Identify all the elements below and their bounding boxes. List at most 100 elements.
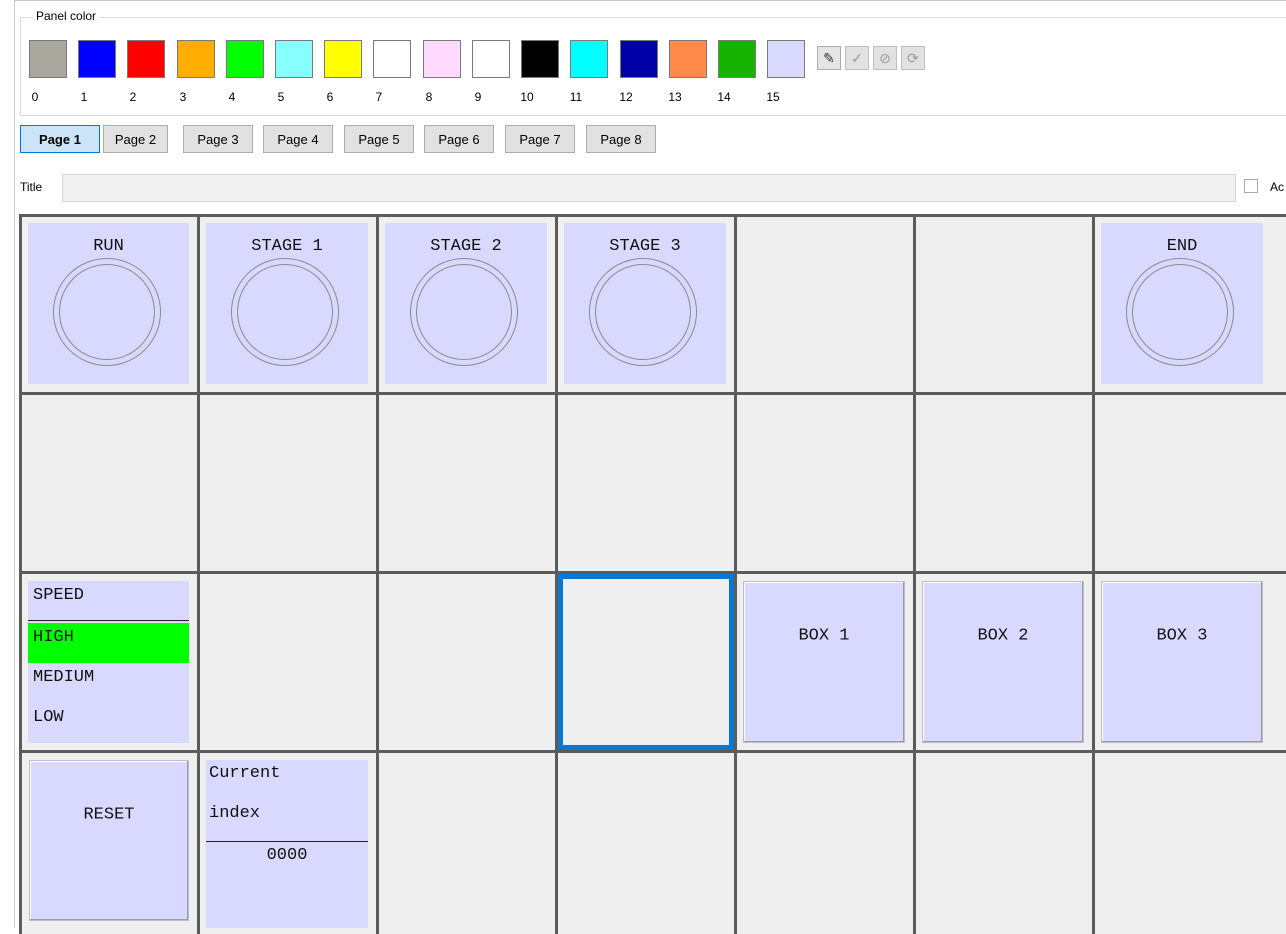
- color-swatch-2[interactable]: [127, 40, 165, 78]
- selector-title: SPEED: [28, 581, 189, 621]
- grid-cell[interactable]: RUN: [22, 217, 197, 392]
- swatch-number: 1: [80, 90, 88, 104]
- swatch-number: 7: [375, 90, 383, 104]
- swatch-number: 5: [277, 90, 285, 104]
- grid-cell[interactable]: [916, 395, 1092, 571]
- grid-cell[interactable]: [379, 574, 555, 750]
- lamp-stage-2[interactable]: STAGE 2: [385, 223, 547, 384]
- grid-cell[interactable]: STAGE 2: [379, 217, 555, 392]
- grid-cell[interactable]: BOX 2: [916, 574, 1092, 750]
- cancel-icon[interactable]: ⊘: [873, 46, 897, 70]
- grid-cell[interactable]: [558, 395, 734, 571]
- lamp-icon: [589, 258, 697, 366]
- color-swatch-4[interactable]: [226, 40, 264, 78]
- title-checkbox[interactable]: [1244, 179, 1258, 193]
- swatch-number: 4: [228, 90, 236, 104]
- panel-color-label: Panel color: [33, 9, 100, 23]
- swatch-number: 9: [474, 90, 482, 104]
- button-label: BOX 2: [977, 626, 1029, 646]
- color-swatch-8[interactable]: [423, 40, 461, 78]
- grid-cell[interactable]: [558, 753, 734, 934]
- grid-cell[interactable]: Current index 0000: [200, 753, 376, 934]
- lamp-icon: [53, 258, 161, 366]
- grid-cell[interactable]: [737, 217, 913, 392]
- tab-page-1[interactable]: Page 1: [20, 125, 100, 153]
- color-swatch-11[interactable]: [570, 40, 608, 78]
- color-swatch-7[interactable]: [373, 40, 411, 78]
- title-input[interactable]: [62, 174, 1236, 202]
- selector-option-medium[interactable]: MEDIUM: [28, 663, 189, 703]
- swatch-number: 6: [326, 90, 334, 104]
- grid-cell[interactable]: STAGE 1: [200, 217, 376, 392]
- box-1-button[interactable]: BOX 1: [743, 581, 905, 743]
- tab-page-4[interactable]: Page 4: [263, 125, 333, 153]
- color-swatch-13[interactable]: [669, 40, 707, 78]
- button-label: BOX 3: [1156, 626, 1208, 646]
- grid-cell[interactable]: [1095, 753, 1286, 934]
- grid-cell[interactable]: RESET: [22, 753, 197, 934]
- lamp-label: RUN: [93, 237, 124, 256]
- pencil-icon[interactable]: ✎: [817, 46, 841, 70]
- tab-page-2[interactable]: Page 2: [103, 125, 168, 153]
- lamp-stage-1[interactable]: STAGE 1: [206, 223, 368, 384]
- color-swatch-15[interactable]: [767, 40, 805, 78]
- check-icon[interactable]: ✓: [845, 46, 869, 70]
- grid-cell[interactable]: BOX 3: [1095, 574, 1286, 750]
- grid-cell[interactable]: [916, 217, 1092, 392]
- box-2-button[interactable]: BOX 2: [922, 581, 1084, 743]
- color-swatch-10[interactable]: [521, 40, 559, 78]
- swatch-number: 8: [425, 90, 433, 104]
- grid-cell[interactable]: [737, 395, 913, 571]
- grid-cell[interactable]: SPEED HIGH MEDIUM LOW: [22, 574, 197, 750]
- lamp-end[interactable]: END: [1101, 223, 1263, 384]
- button-label: RESET: [83, 805, 135, 825]
- lamp-run[interactable]: RUN: [28, 223, 189, 384]
- color-swatch-6[interactable]: [324, 40, 362, 78]
- grid-cell[interactable]: [1095, 395, 1286, 571]
- selector-option-high[interactable]: HIGH: [28, 623, 189, 663]
- grid-cell-selected[interactable]: [558, 574, 734, 750]
- lamp-icon: [231, 258, 339, 366]
- color-swatch-14[interactable]: [718, 40, 756, 78]
- selector-option-low[interactable]: LOW: [28, 703, 189, 743]
- box-3-button[interactable]: BOX 3: [1101, 581, 1263, 743]
- color-swatch-5[interactable]: [275, 40, 313, 78]
- grid-cell[interactable]: [379, 395, 555, 571]
- display-value: 0000: [266, 846, 308, 865]
- swatch-number: 11: [569, 90, 583, 104]
- tab-page-3[interactable]: Page 3: [183, 125, 253, 153]
- grid-cell[interactable]: BOX 1: [737, 574, 913, 750]
- button-label: BOX 1: [798, 626, 850, 646]
- grid-cell[interactable]: STAGE 3: [558, 217, 734, 392]
- grid-cell[interactable]: [200, 574, 376, 750]
- reset-button[interactable]: RESET: [29, 760, 189, 921]
- color-swatch-3[interactable]: [177, 40, 215, 78]
- title-checkbox-label: Ac: [1270, 180, 1285, 194]
- tab-page-5[interactable]: Page 5: [344, 125, 414, 153]
- lamp-label: STAGE 2: [430, 237, 502, 256]
- grid-cell[interactable]: [916, 753, 1092, 934]
- lamp-label: END: [1166, 237, 1198, 256]
- lamp-icon: [1126, 258, 1234, 366]
- color-swatch-9[interactable]: [472, 40, 510, 78]
- tab-page-6[interactable]: Page 6: [424, 125, 494, 153]
- color-swatch-1[interactable]: [78, 40, 116, 78]
- color-swatch-12[interactable]: [620, 40, 658, 78]
- lamp-label: STAGE 3: [609, 237, 681, 256]
- panel-grid: RUN STAGE 1 STAGE 2 STAGE 3 END SPEED HI…: [19, 214, 1286, 934]
- title-label: Title: [20, 180, 43, 194]
- grid-cell[interactable]: [737, 753, 913, 934]
- tab-page-7[interactable]: Page 7: [505, 125, 575, 153]
- display-label: index: [209, 804, 261, 823]
- grid-cell[interactable]: END: [1095, 217, 1286, 392]
- lamp-icon: [410, 258, 518, 366]
- refresh-icon[interactable]: ⟳: [901, 46, 925, 70]
- display-label: Current: [209, 764, 281, 783]
- speed-selector[interactable]: SPEED HIGH MEDIUM LOW: [28, 581, 189, 743]
- grid-cell[interactable]: [22, 395, 197, 571]
- tab-page-8[interactable]: Page 8: [586, 125, 656, 153]
- grid-cell[interactable]: [200, 395, 376, 571]
- color-swatch-0[interactable]: [29, 40, 67, 78]
- grid-cell[interactable]: [379, 753, 555, 934]
- lamp-stage-3[interactable]: STAGE 3: [564, 223, 726, 384]
